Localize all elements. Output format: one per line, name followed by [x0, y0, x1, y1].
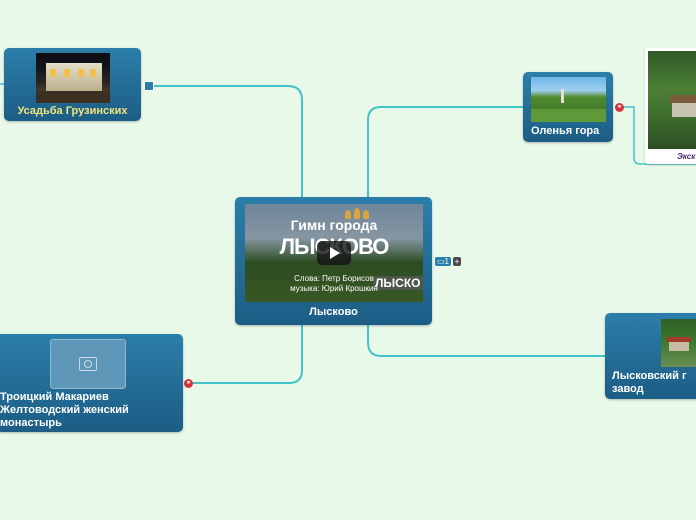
node-olenya-gora[interactable]: Оленья гора [523, 72, 613, 142]
video-credit-line2: музыка: Юрий Крошкин [290, 284, 378, 293]
image-placeholder [50, 339, 126, 389]
node-ekskursii[interactable]: Экск [645, 48, 696, 164]
node-monastyr-label-1: Троицкий Макариев [0, 391, 109, 403]
link-usadba [150, 85, 303, 198]
video-title-line1: Гимн города [290, 217, 378, 233]
zavod-photo [661, 319, 696, 367]
link-zavod [367, 324, 606, 357]
node-usadba[interactable]: Усадьба Грузинских [4, 48, 141, 121]
node-center-label: Лысково [309, 306, 358, 318]
comment-count-badge[interactable]: ▭1 [435, 257, 451, 266]
video-thumbnail[interactable]: Гимн города ЛЫСКОВО ЛЫСКО Слова: Петр Бо… [245, 204, 423, 302]
node-usadba-label: Усадьба Грузинских [17, 105, 128, 117]
expand-toggle[interactable]: + [453, 257, 461, 266]
usadba-photo [36, 53, 110, 103]
node-monastyr-label-2: Желтоводский женский [0, 404, 129, 416]
comment-count: 1 [444, 257, 449, 266]
note-icon[interactable] [144, 81, 154, 91]
link-olenya [367, 106, 524, 198]
node-monastyr-label-3: монастырь [0, 417, 62, 429]
node-zavod-label-1: Лысковский г [612, 370, 687, 382]
node-zavod[interactable]: Лысковский г завод [605, 313, 696, 399]
camera-icon [79, 357, 97, 371]
video-credit-line1: Слова: Петр Борисов [294, 274, 374, 283]
ekskursii-photo [648, 51, 696, 149]
link-monastyr [190, 324, 303, 384]
node-zavod-label-2: завод [612, 383, 644, 395]
link-marker-icon[interactable]: ⚭ [615, 103, 624, 112]
node-monastyr[interactable]: Троицкий Макариев Желтоводский женский м… [0, 334, 183, 432]
link-marker-icon[interactable]: ⚭ [184, 379, 193, 388]
olenya-gora-photo [531, 77, 606, 122]
comment-icon: ▭ [436, 257, 445, 266]
node-ekskursii-label: Экск [677, 152, 696, 161]
node-center-lyskovo[interactable]: Гимн города ЛЫСКОВО ЛЫСКО Слова: Петр Бо… [235, 197, 432, 325]
play-button-icon[interactable] [317, 241, 351, 265]
node-olenya-gora-label: Оленья гора [531, 125, 600, 137]
